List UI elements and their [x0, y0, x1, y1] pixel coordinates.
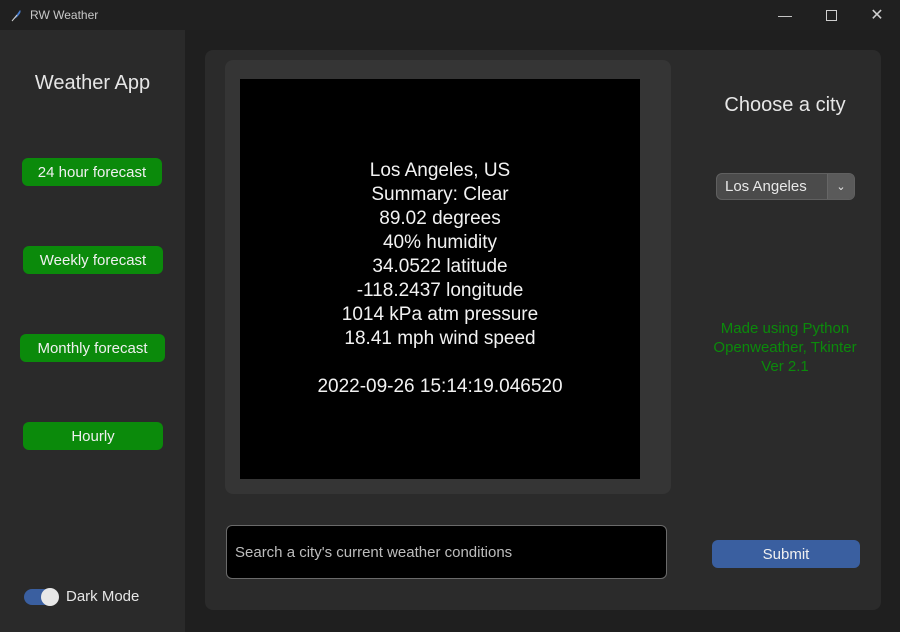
summary-line: Summary: Clear	[371, 184, 509, 205]
credits-line-2: Openweather, Tkinter	[713, 339, 857, 356]
weekly-forecast-button[interactable]: Weekly forecast	[23, 246, 163, 274]
dark-mode-toggle[interactable]: Dark Mode	[24, 587, 140, 606]
maximize-button[interactable]	[808, 0, 854, 30]
main-panel: Los Angeles, US Summary: Clear 89.02 deg…	[205, 50, 881, 610]
search-input[interactable]	[226, 525, 667, 579]
dark-mode-switch[interactable]	[24, 587, 59, 606]
chevron-down-icon[interactable]: ⌄	[827, 174, 854, 199]
feather-icon	[11, 10, 21, 22]
maximize-icon	[825, 9, 837, 21]
switch-knob	[41, 587, 59, 606]
sidebar: Weather App 24 hour forecast Weekly fore…	[0, 30, 185, 632]
sidebar-title: Weather App	[34, 72, 151, 94]
minimize-button[interactable]: —	[762, 0, 808, 30]
credits-text: Made using Python Openweather, Tkinter V…	[695, 319, 875, 376]
pressure-line: 1014 kPa atm pressure	[341, 304, 539, 325]
credits-line-3: Ver 2.1	[761, 358, 809, 375]
minimize-icon: —	[778, 7, 792, 23]
city-selected-value: Los Angeles	[725, 178, 807, 195]
hourly-button[interactable]: Hourly	[23, 422, 163, 450]
timestamp-line: 2022-09-26 15:14:19.046520	[317, 376, 563, 397]
weather-display-frame: Los Angeles, US Summary: Clear 89.02 deg…	[225, 60, 671, 494]
latitude-line: 34.0522 latitude	[372, 256, 508, 277]
window-title: RW Weather	[30, 8, 99, 22]
dark-mode-label: Dark Mode	[66, 588, 140, 605]
credits-line-1: Made using Python	[720, 320, 850, 337]
location-line: Los Angeles, US	[369, 160, 511, 181]
submit-button[interactable]: Submit	[712, 540, 860, 568]
temperature-line: 89.02 degrees	[379, 208, 501, 229]
choose-city-heading: Choose a city	[724, 94, 846, 116]
24-hour-forecast-button[interactable]: 24 hour forecast	[22, 158, 162, 186]
monthly-forecast-button[interactable]: Monthly forecast	[20, 334, 165, 362]
city-dropdown[interactable]: Los Angeles ⌄	[716, 173, 855, 200]
close-button[interactable]: ✕	[854, 0, 900, 30]
title-bar: RW Weather — ✕	[0, 0, 900, 30]
weather-display: Los Angeles, US Summary: Clear 89.02 deg…	[240, 79, 640, 479]
wind-speed-line: 18.41 mph wind speed	[344, 328, 536, 349]
longitude-line: -118.2437 longitude	[356, 280, 524, 301]
close-icon: ✕	[870, 7, 884, 24]
humidity-line: 40% humidity	[382, 232, 498, 253]
